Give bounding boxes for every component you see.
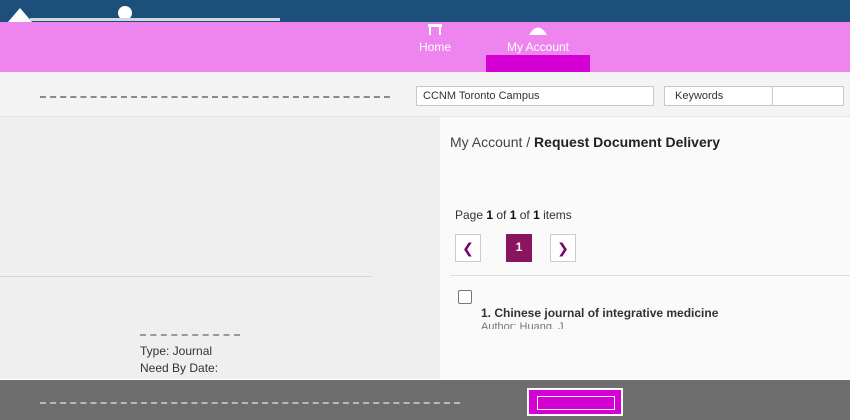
- breadcrumb-separator: /: [522, 134, 535, 150]
- top-bar-strip: [30, 18, 280, 21]
- nav-account-label: My Account: [506, 40, 570, 54]
- bottom-bar: [0, 380, 850, 420]
- current-page-button[interactable]: 1: [506, 234, 532, 262]
- item-title[interactable]: 1. Chinese journal of integrative medici…: [481, 306, 718, 320]
- user-icon: [498, 22, 578, 38]
- logo-triangle-icon: [8, 8, 32, 22]
- home-icon: [415, 22, 455, 38]
- results-divider: [450, 275, 850, 276]
- pager-items: 1: [533, 208, 540, 222]
- search-input[interactable]: [772, 86, 844, 106]
- breadcrumb-parent[interactable]: My Account: [450, 134, 522, 150]
- chevron-left-icon: ❮: [462, 240, 474, 256]
- breadcrumb: My Account / Request Document Delivery: [450, 134, 720, 150]
- nav-home[interactable]: Home: [415, 22, 455, 54]
- search-bar-text-blur: [40, 96, 390, 100]
- pager-prefix: Page: [455, 208, 487, 222]
- chevron-right-icon: ❯: [557, 240, 569, 256]
- bottom-bar-text-blur: [40, 402, 460, 407]
- top-bar: [0, 0, 850, 22]
- submit-request-button[interactable]: [527, 388, 623, 416]
- need-by-date: Need By Date:: [140, 361, 219, 375]
- item-select-checkbox[interactable]: [458, 290, 472, 304]
- prev-page-button[interactable]: ❮: [455, 234, 481, 262]
- details-panel: [0, 117, 440, 379]
- campus-select[interactable]: CCNM Toronto Campus: [416, 86, 654, 106]
- pager-of: of: [493, 208, 510, 222]
- results-panel: [440, 117, 850, 379]
- nav-my-account[interactable]: My Account: [498, 22, 578, 54]
- item-type: Type: Journal: [140, 344, 213, 358]
- active-tab-indicator: [486, 55, 590, 73]
- submit-button-frame: [537, 396, 615, 410]
- details-divider: [0, 276, 372, 277]
- pager-of: of: [516, 208, 534, 222]
- details-text-blur: [140, 334, 240, 339]
- breadcrumb-current: Request Document Delivery: [534, 134, 720, 150]
- search-field-select[interactable]: Keywords: [664, 86, 776, 106]
- pager-suffix: items: [539, 208, 572, 222]
- pager-summary: Page 1 of 1 of 1 items: [455, 208, 572, 222]
- next-page-button[interactable]: ❯: [550, 234, 576, 262]
- item-author: Author: Huang, J.: [481, 321, 567, 329]
- nav-home-label: Home: [418, 40, 451, 54]
